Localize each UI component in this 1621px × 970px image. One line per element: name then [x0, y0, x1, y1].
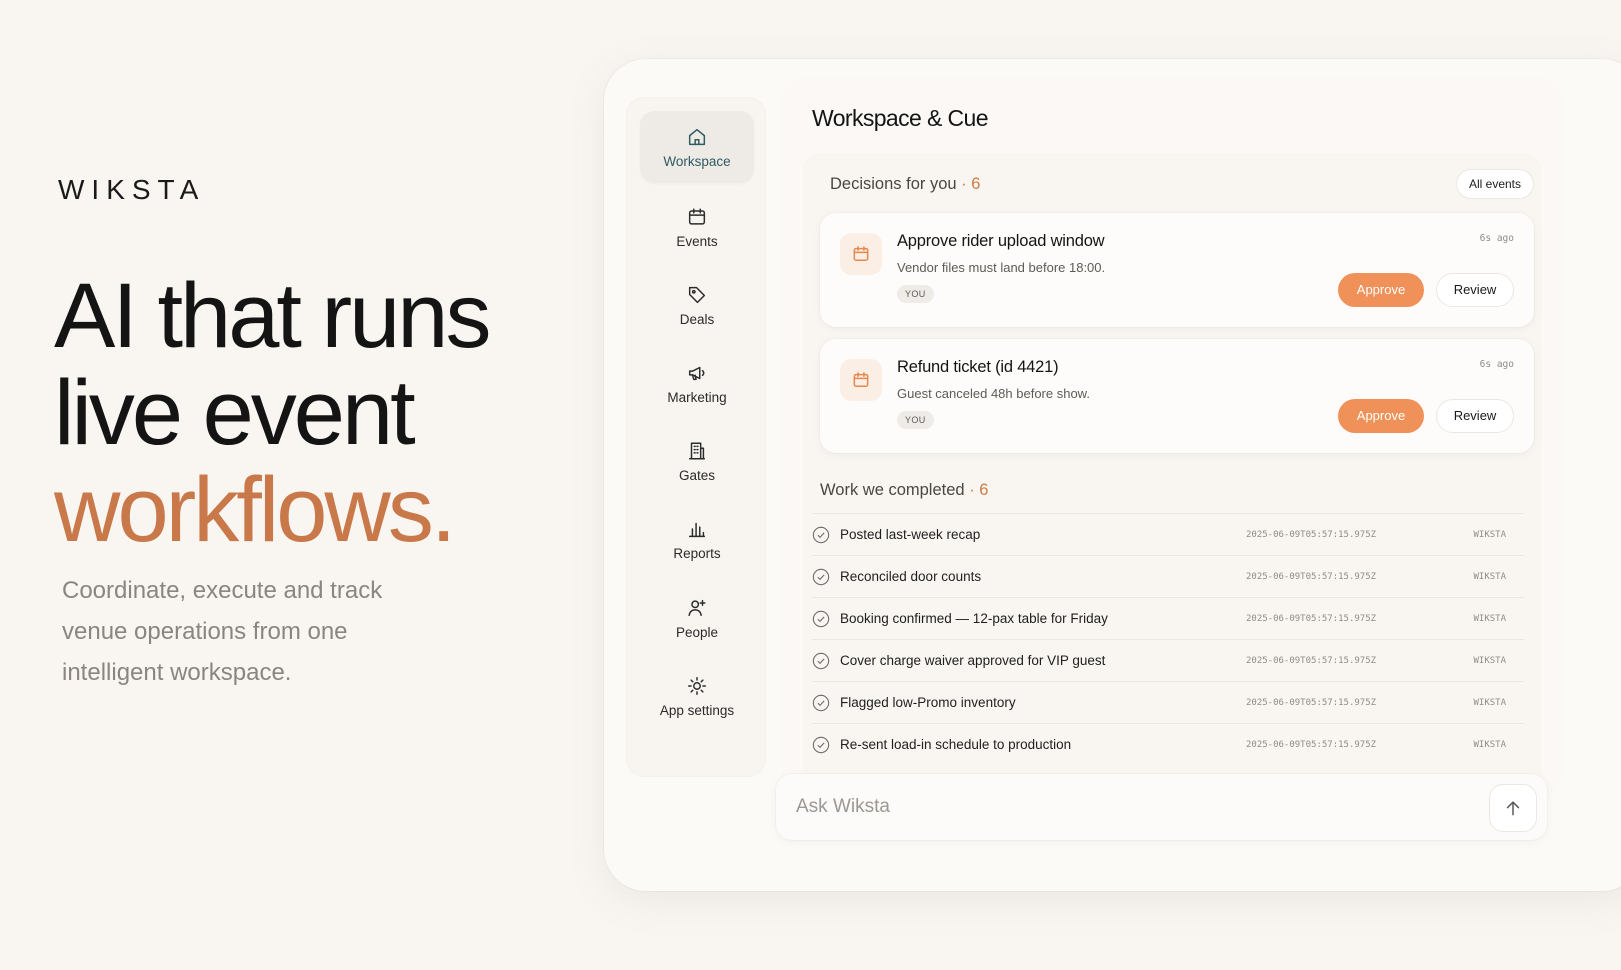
card-icon-badge [840, 359, 882, 401]
row-text: Cover charge waiver approved for VIP gue… [840, 653, 1106, 668]
sidebar-item-label: People [675, 624, 719, 640]
completed-count: 6 [979, 481, 989, 499]
approve-button[interactable]: Approve [1338, 273, 1424, 307]
megaphone-icon [688, 366, 705, 380]
arrow-up-icon [1506, 801, 1520, 816]
calendar-icon [853, 246, 869, 261]
main-content: Workspace & Cue Decisions for you · 6 Al… [782, 77, 1562, 797]
list-item[interactable]: Booking confirmed — 12-pax table for Fri… [812, 597, 1524, 639]
list-item[interactable]: Reconciled door counts 2025-06-09T05:57:… [812, 555, 1524, 597]
sidebar-item-label: Marketing [667, 389, 727, 405]
list-item[interactable]: Re-sent load-in schedule to production 2… [812, 723, 1524, 765]
assignee-tag: YOU [897, 285, 934, 303]
decisions-separator: · [961, 175, 967, 193]
row-source: WIKSTA [1473, 698, 1506, 708]
card-title: Approve rider upload window [897, 232, 1105, 250]
approve-button[interactable]: Approve [1338, 399, 1424, 433]
decisions-count: 6 [971, 175, 981, 193]
bar-chart-icon [688, 522, 706, 537]
sidebar-item-marketing[interactable]: Marketing [640, 347, 754, 419]
row-timestamp: 2025-06-09T05:57:15.975Z [1246, 740, 1377, 750]
calendar-icon [688, 207, 706, 225]
row-source: WIKSTA [1473, 740, 1506, 750]
sidebar-item-label: Deals [679, 311, 715, 327]
hero-headline: AI that runs live event workflows. [54, 265, 491, 561]
hero-subtitle: Coordinate, execute and track venue oper… [62, 577, 383, 686]
completed-heading: Work we completed · 6 [820, 481, 988, 500]
hero-line-1: AI that runs [54, 265, 491, 367]
row-source: WIKSTA [1473, 614, 1506, 624]
sidebar-item-reports[interactable]: Reports [640, 503, 754, 575]
sidebar-item-label: App settings [659, 702, 735, 718]
building-icon [688, 441, 706, 460]
list-item[interactable]: Cover charge waiver approved for VIP gue… [812, 639, 1524, 681]
app-window: Workspace Events Deals Marketing Gates R… [604, 59, 1621, 891]
check-circle-icon [812, 610, 830, 628]
sidebar-item-events[interactable]: Events [640, 191, 754, 263]
completed-separator: · [969, 481, 975, 499]
sidebar-item-label: Workspace [663, 153, 731, 169]
landing-page: WIKSTA AI that runs live event workflows… [0, 0, 1621, 970]
check-circle-icon [812, 652, 830, 670]
sidebar-item-workspace[interactable]: Workspace [640, 111, 754, 183]
feed-panel: Decisions for you · 6 All events Approve… [802, 153, 1542, 783]
home-icon [688, 128, 706, 145]
calendar-icon [853, 372, 869, 387]
card-description: Guest canceled 48h before show. [897, 386, 1090, 401]
row-text: Flagged low-Promo inventory [840, 695, 1016, 710]
row-text: Re-sent load-in schedule to production [840, 737, 1072, 752]
send-button[interactable] [1489, 784, 1537, 832]
ask-input[interactable] [796, 790, 1476, 824]
row-source: WIKSTA [1473, 572, 1506, 582]
decisions-label: Decisions for you [830, 175, 957, 193]
card-timestamp: 6s ago [1479, 233, 1514, 244]
hero-line-2: live event [54, 362, 416, 464]
review-button[interactable]: Review [1436, 399, 1514, 433]
completed-label: Work we completed [820, 481, 965, 499]
card-description: Vendor files must land before 18:00. [897, 260, 1106, 275]
row-source: WIKSTA [1473, 656, 1506, 666]
sidebar-item-people[interactable]: People [640, 582, 754, 654]
card-title: Refund ticket (id 4421) [897, 358, 1059, 376]
row-timestamp: 2025-06-09T05:57:15.975Z [1246, 698, 1377, 708]
hero-line-3: workflows. [54, 459, 456, 561]
sidebar: Workspace Events Deals Marketing Gates R… [626, 97, 766, 777]
assignee-tag: YOU [897, 411, 934, 429]
row-text: Posted last-week recap [840, 527, 981, 542]
row-timestamp: 2025-06-09T05:57:15.975Z [1246, 530, 1377, 540]
sidebar-item-app-settings[interactable]: App settings [640, 660, 754, 732]
row-text: Reconciled door counts [840, 569, 982, 584]
completed-list: Posted last-week recap 2025-06-09T05:57:… [812, 513, 1524, 765]
check-circle-icon [812, 526, 830, 544]
check-circle-icon [812, 568, 830, 586]
ask-bar [776, 774, 1547, 840]
sidebar-item-label: Events [676, 233, 718, 249]
row-text: Booking confirmed — 12-pax table for Fri… [840, 611, 1108, 626]
check-circle-icon [812, 694, 830, 712]
decision-card: Approve rider upload window Vendor files… [820, 213, 1534, 327]
brand-logo: WIKSTA [58, 174, 206, 205]
decision-card: Refund ticket (id 4421) Guest canceled 4… [820, 339, 1534, 453]
decisions-heading: Decisions for you · 6 [830, 175, 980, 194]
sidebar-item-gates[interactable]: Gates [640, 425, 754, 497]
row-source: WIKSTA [1473, 530, 1506, 540]
sidebar-item-label: Gates [678, 467, 716, 483]
check-circle-icon [812, 736, 830, 754]
tag-icon [688, 286, 706, 303]
row-timestamp: 2025-06-09T05:57:15.975Z [1246, 614, 1377, 624]
sidebar-item-deals[interactable]: Deals [640, 269, 754, 341]
sun-gear-icon [688, 676, 706, 695]
sidebar-item-label: Reports [673, 545, 721, 561]
list-item[interactable]: Flagged low-Promo inventory 2025-06-09T0… [812, 681, 1524, 723]
row-timestamp: 2025-06-09T05:57:15.975Z [1246, 656, 1377, 666]
review-button[interactable]: Review [1436, 273, 1514, 307]
page-title: Workspace & Cue [812, 105, 989, 131]
card-icon-badge [840, 233, 882, 275]
all-events-button[interactable]: All events [1455, 169, 1534, 199]
row-timestamp: 2025-06-09T05:57:15.975Z [1246, 572, 1377, 582]
card-timestamp: 6s ago [1479, 359, 1514, 370]
list-item[interactable]: Posted last-week recap 2025-06-09T05:57:… [812, 513, 1524, 555]
user-plus-icon [688, 599, 706, 616]
